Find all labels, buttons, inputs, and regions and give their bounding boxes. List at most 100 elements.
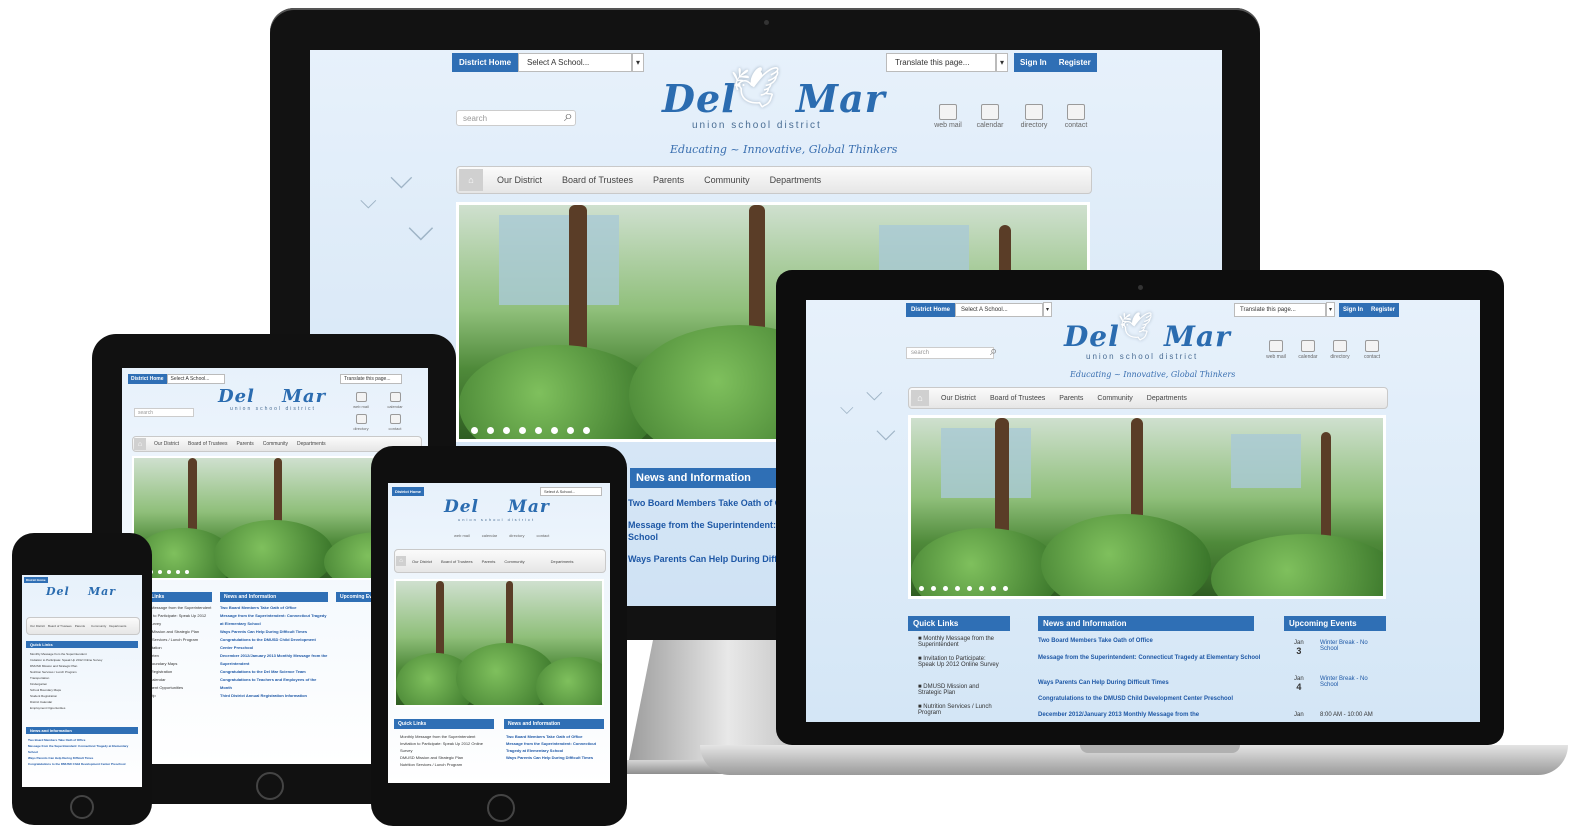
slide-dot[interactable] [535,427,542,434]
nav-board[interactable]: Board of Trustees [990,395,1045,402]
slide-dot[interactable] [551,427,558,434]
phone-icon[interactable]: contact [1358,340,1386,360]
news-link[interactable]: December 2012/January 2013 Monthly Messa… [1038,712,1262,718]
nav-board[interactable]: Board of Trustees [562,175,633,185]
home-icon[interactable]: ⌂ [134,438,146,450]
slide-dot[interactable] [519,427,526,434]
news-link[interactable]: Ways Parents Can Help During Difficult T… [220,628,328,636]
news-link[interactable]: Two Board Members Take Oath of Office [1038,638,1262,644]
slide-dot[interactable] [471,427,478,434]
nav-parents[interactable]: Parents [1059,395,1083,402]
news-link[interactable]: Congratulations to the Del Mar Science T… [220,668,328,676]
nav-departments[interactable]: Departments [297,441,326,447]
directory-icon[interactable]: directory [350,414,372,431]
slide-dot[interactable] [991,586,996,591]
nav-community[interactable]: Community [704,175,750,185]
slide-dot[interactable] [487,427,494,434]
nav-community[interactable]: Community [1097,395,1132,402]
nav-community[interactable]: Community [91,624,106,628]
school-select[interactable]: Select A School... [540,487,602,496]
school-select[interactable]: Select A School... [166,374,225,384]
search-input[interactable]: search [906,347,994,359]
news-link[interactable]: Two Board Members Take Oath of Office [220,604,328,612]
nav-departments[interactable]: Departments [109,624,126,628]
search-input[interactable]: search [134,408,194,417]
school-select[interactable]: Select A School... [518,52,633,72]
nav-our-district[interactable]: Our District [497,175,542,185]
home-icon[interactable]: ⌂ [459,169,483,191]
translate-select[interactable]: Translate this page... [340,374,402,384]
home-icon[interactable]: ⌂ [396,556,406,566]
news-link[interactable]: Message from the Superintendent: Connect… [1038,655,1262,661]
nav-our-district[interactable]: Our District [154,441,179,447]
search-input[interactable]: search [456,110,576,126]
webmail-icon[interactable]: web mail [454,533,470,538]
nav-community[interactable]: Community [263,441,288,447]
news-link[interactable]: Congratulations to the DMUSD Child Devel… [220,636,328,652]
translate-select[interactable]: Translate this page... [886,52,996,72]
chevron-down-icon[interactable]: ▾ [1043,302,1053,317]
hero-slideshow[interactable] [394,579,604,707]
webmail-icon[interactable]: web mail [1262,340,1290,360]
event-link[interactable]: Winter Break - No School [1320,640,1372,652]
register-button[interactable]: Register [1367,302,1400,317]
nav-board[interactable]: Board of Trustees [441,559,473,564]
nav-parents[interactable]: Parents [653,175,684,185]
quick-link[interactable]: ■ Monthly Message from the Superintenden… [918,636,1002,648]
webmail-icon[interactable]: web mail [350,392,372,409]
sign-in-button[interactable]: Sign In [1339,302,1368,317]
district-home-button[interactable]: District Home [128,374,167,384]
home-button-icon[interactable] [256,772,284,800]
news-link[interactable]: Message from the Superintendent: Connect… [28,743,136,755]
news-link[interactable]: School [628,532,658,542]
news-link[interactable]: Message from the Superintendent: Connect… [506,740,602,754]
nav-departments[interactable]: Departments [770,175,822,185]
news-link[interactable]: Message from the Superintendent: Connect… [220,612,328,628]
home-icon[interactable]: ⌂ [911,390,929,406]
district-home-button[interactable]: District Home [24,577,48,583]
news-link[interactable]: Third District Annual Registration Infor… [220,692,328,700]
nav-departments[interactable]: Departments [551,559,574,564]
news-link[interactable]: Congratulations to the DMUSD Child Devel… [28,761,136,767]
news-link[interactable]: Ways Parents Can Help During Difficult T… [506,754,602,761]
register-button[interactable]: Register [1052,52,1097,72]
nav-parents[interactable]: Parents [236,441,253,447]
sign-in-button[interactable]: Sign In [1014,52,1053,72]
slide-dot[interactable] [185,570,189,574]
nav-parents[interactable]: Parents [75,624,85,628]
news-link[interactable]: Congratulations to the DMUSD Child Devel… [1038,696,1262,702]
home-button-icon[interactable] [70,795,94,819]
directory-icon[interactable]: directory [1326,340,1354,360]
quick-link[interactable]: Nutrition Services / Lunch Program [400,761,490,768]
news-link[interactable]: December 2012/January 2013 Monthly Messa… [220,652,328,668]
nav-our-district[interactable]: Our District [412,559,432,564]
slide-dot[interactable] [158,570,162,574]
quick-link[interactable]: Employment Opportunities [30,705,136,711]
news-link[interactable]: Ways Parents Can Help During Difficult T… [1038,680,1262,686]
directory-icon[interactable]: directory [1016,104,1052,129]
calendar-icon[interactable]: calendar [1294,340,1322,360]
hero-slideshow[interactable] [908,415,1386,599]
nav-our-district[interactable]: Our District [30,624,45,628]
slide-dot[interactable] [955,586,960,591]
quick-link[interactable]: ■ DMUSD Mission and Strategic Plan [918,684,1002,696]
school-select[interactable]: Select A School... [955,302,1044,317]
district-home-button[interactable]: District Home [392,487,425,496]
webmail-icon[interactable]: web mail [930,104,966,129]
nav-board[interactable]: Board of Trustees [188,441,227,447]
news-link[interactable]: Congratulations to Teachers and Employee… [220,676,328,692]
slide-dot[interactable] [167,570,171,574]
slide-dot[interactable] [567,427,574,434]
chevron-down-icon[interactable]: ▾ [996,52,1009,72]
nav-our-district[interactable]: Our District [941,395,976,402]
news-link[interactable]: Message from the Superintendent: C [628,520,785,530]
quick-link[interactable]: DMUSD Mission and Strategic Plan [400,754,490,761]
calendar-icon[interactable]: calendar [482,533,497,538]
chevron-down-icon[interactable]: ▾ [1326,302,1336,317]
event-link[interactable]: Winter Break - No School [1320,676,1372,688]
translate-select[interactable]: Translate this page... [1234,302,1326,317]
directory-icon[interactable]: directory [509,533,524,538]
phone-icon[interactable]: contact [536,533,549,538]
phone-icon[interactable]: contact [1058,104,1094,129]
home-button-icon[interactable] [487,794,515,822]
